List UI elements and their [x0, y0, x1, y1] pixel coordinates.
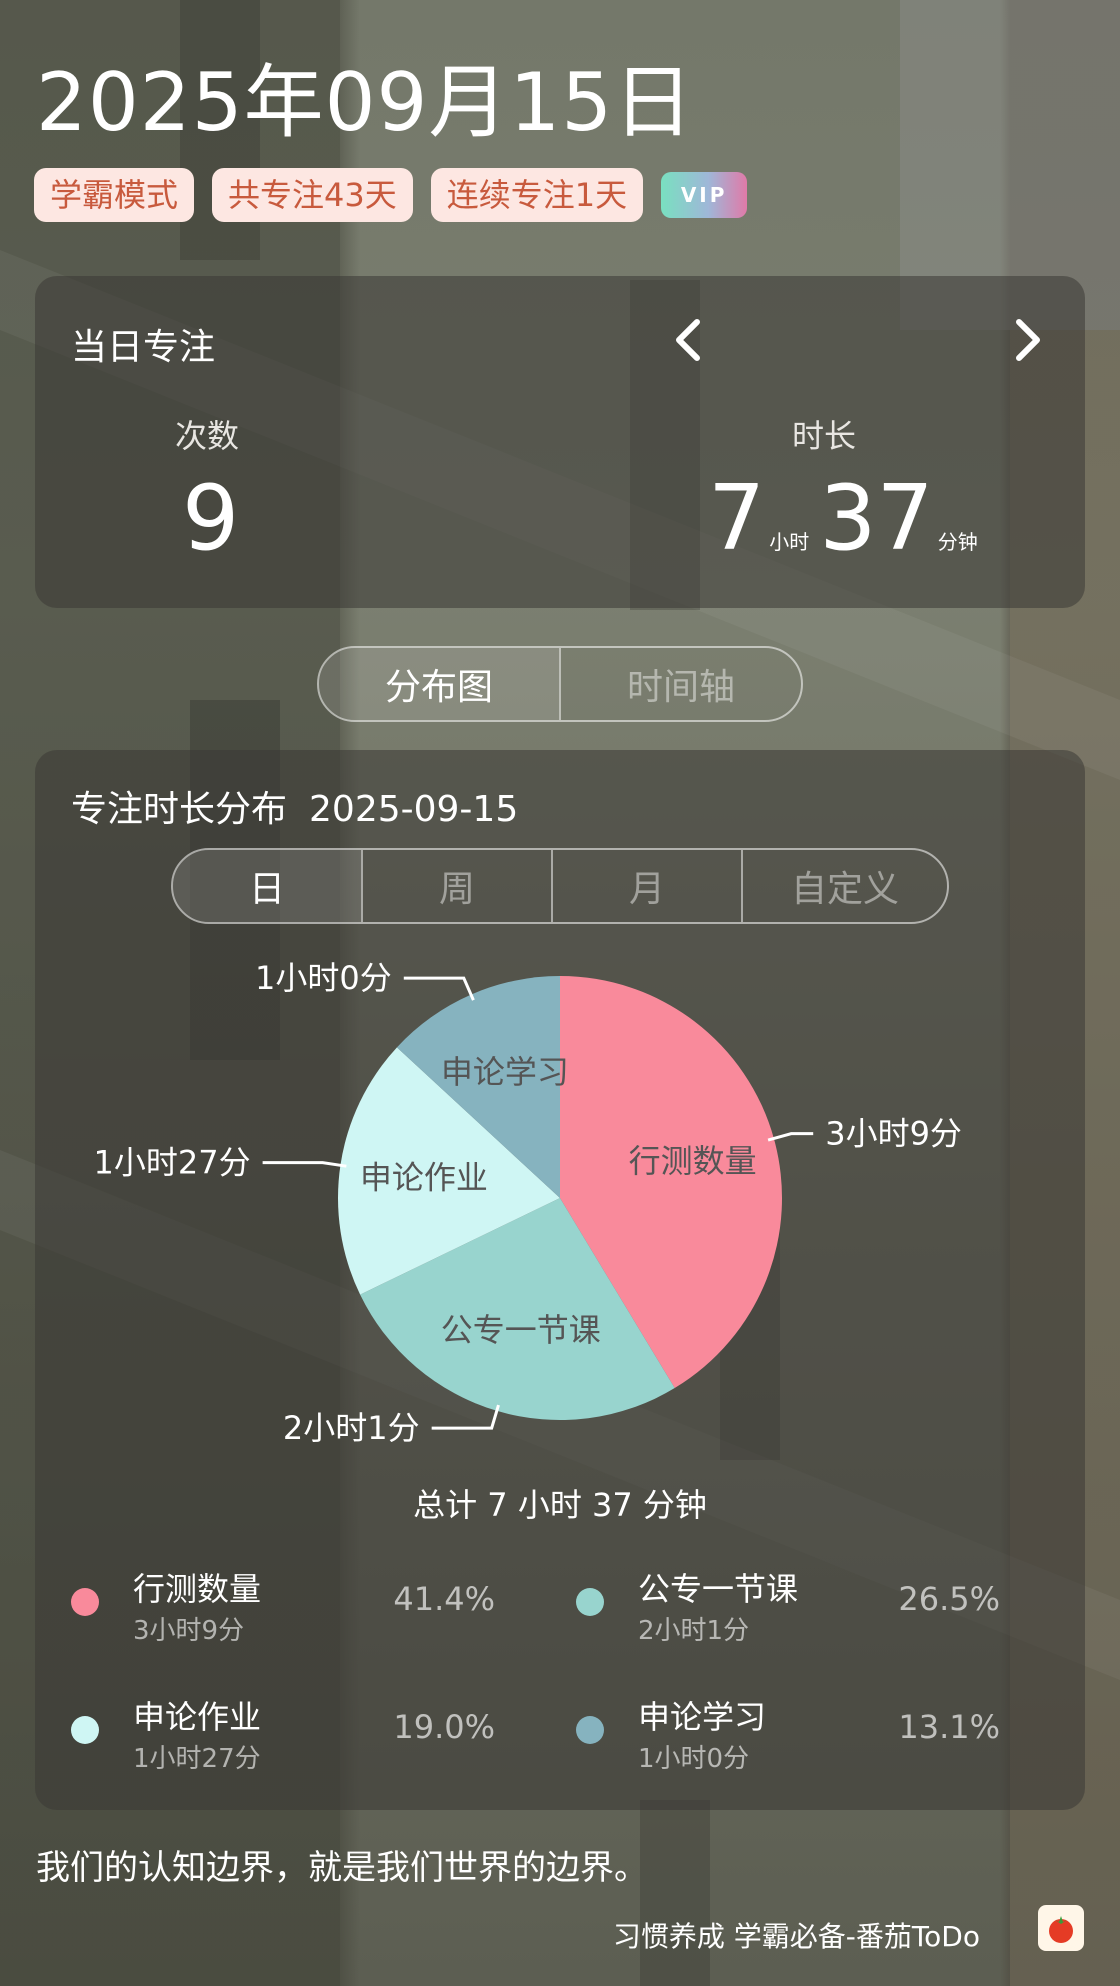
duration-hours: 7: [708, 466, 766, 571]
legend-duration: 2小时1分: [638, 1616, 750, 1646]
mode-badge[interactable]: 学霸模式: [34, 168, 195, 222]
legend-swatch: [71, 1716, 99, 1744]
legend-swatch: [71, 1588, 99, 1616]
legend-duration: 1小时27分: [133, 1744, 261, 1774]
legend-percent: 13.1%: [898, 1708, 1000, 1746]
quote-text: 我们的认知边界，就是我们世界的边界。: [36, 1848, 648, 1888]
tomato-icon: [1049, 1916, 1073, 1943]
badge-row: 学霸模式 共专注43天 连续专注1天 VIP: [34, 168, 748, 222]
legend-duration: 1小时0分: [638, 1744, 750, 1774]
streak-badge[interactable]: 连续专注1天: [430, 168, 644, 222]
prev-day-button[interactable]: [663, 310, 713, 370]
date-title: 2025年09月15日: [36, 56, 695, 149]
duration-value: 7 小时 37 分钟: [708, 466, 988, 571]
pie-slice-label: 申论学习: [441, 1053, 569, 1091]
legend-item: 申论作业 1小时27分 19.0%: [35, 1688, 495, 1778]
pie-leader-line: [403, 976, 475, 1001]
tab-distribution[interactable]: 分布图: [319, 648, 559, 720]
chevron-left-icon: [676, 319, 700, 361]
pie-value-label: 1小时27分: [94, 1144, 251, 1182]
pie-leader-line: [431, 1404, 500, 1430]
pie-leader-line: [262, 1161, 347, 1168]
pie-value-label: 1小时0分: [255, 959, 392, 997]
chevron-right-icon: [1016, 319, 1040, 361]
minutes-unit: 分钟: [937, 530, 978, 554]
pie-slice-label: 公专一节课: [441, 1311, 601, 1349]
legend-percent: 26.5%: [898, 1580, 1000, 1618]
vip-badge[interactable]: VIP: [661, 172, 748, 218]
legend-name: 行测数量: [133, 1570, 262, 1608]
legend-percent: 19.0%: [393, 1708, 495, 1746]
daily-focus-title: 当日专注: [71, 327, 216, 368]
next-day-button[interactable]: [1003, 310, 1053, 370]
pie-slice-label: 申论作业: [360, 1159, 488, 1197]
count-label: 次数: [175, 417, 240, 455]
legend-item: 行测数量 3小时9分 41.4%: [35, 1560, 495, 1650]
total-duration: 总计 7 小时 37 分钟: [413, 1486, 707, 1524]
view-switch: 分布图 时间轴: [317, 646, 803, 722]
legend-name: 申论作业: [133, 1698, 262, 1736]
pie-value-label: 2小时1分: [283, 1409, 420, 1447]
legend-name: 公专一节课: [638, 1570, 799, 1608]
pie-slice-label: 行测数量: [629, 1142, 757, 1180]
pie-chart: 行测数量 3小时9分公专一节课 2小时1分 申论作业 1小时27分 申论学习 1小时0分: [94, 959, 962, 1447]
pie-leader-line: [767, 1132, 814, 1142]
total-days-badge[interactable]: 共专注43天: [212, 168, 413, 222]
daily-focus-card: 当日专注 次数 9 时长 7 小时 37 分钟: [35, 276, 1085, 608]
footer-branding: 习惯养成 学霸必备-番茄ToDo: [612, 1920, 980, 1953]
legend-duration: 3小时9分: [133, 1616, 245, 1646]
legend-name: 申论学习: [638, 1698, 767, 1736]
app-logo[interactable]: [1038, 1905, 1084, 1951]
hours-unit: 小时: [769, 530, 810, 554]
legend-swatch: [576, 1588, 604, 1616]
pie-value-label: 3小时9分: [825, 1115, 962, 1153]
tab-timeline[interactable]: 时间轴: [559, 648, 801, 720]
count-value: 9: [182, 466, 240, 571]
legend-percent: 41.4%: [393, 1580, 495, 1618]
legend-item: 公专一节课 2小时1分 26.5%: [540, 1560, 1000, 1650]
distribution-card: 专注时长分布 2025-09-15 日 周 月 自定义 行测数量 3小时9分 公专一节…: [35, 750, 1085, 1810]
duration-label: 时长: [792, 417, 857, 455]
duration-minutes: 37: [819, 466, 934, 571]
legend-swatch: [576, 1716, 604, 1744]
legend-item: 申论学习 1小时0分 13.1%: [540, 1688, 1000, 1778]
